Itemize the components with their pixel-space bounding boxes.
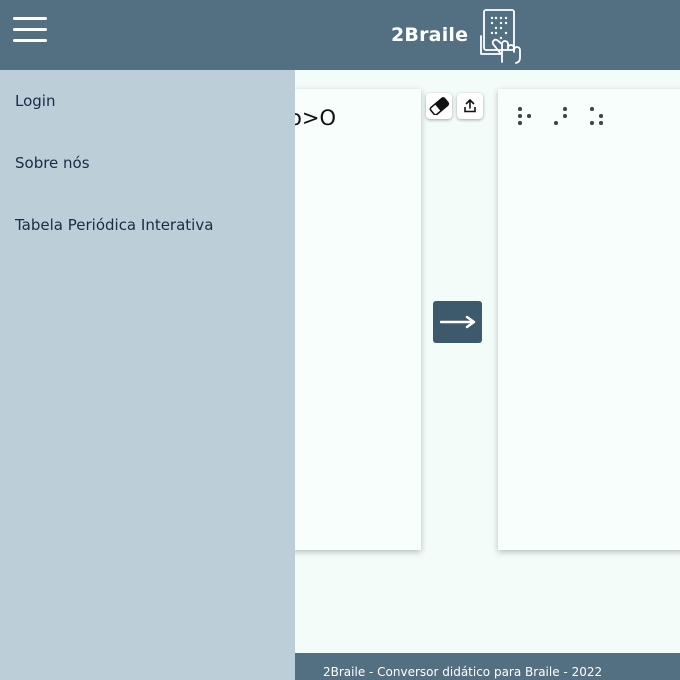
braille-tablet-hand-icon: [480, 9, 522, 64]
braille-dot: [554, 121, 558, 125]
braille-dot: [599, 121, 603, 125]
sidebar-item-login[interactable]: Login: [15, 92, 55, 110]
brand[interactable]: 2Braile: [391, 0, 526, 70]
convert-button[interactable]: [433, 301, 482, 343]
braille-output: [518, 107, 608, 127]
hamburger-menu-icon[interactable]: [13, 17, 47, 43]
braille-dot: [527, 114, 531, 118]
braille-dot: [518, 121, 522, 125]
braille-dot: [518, 114, 522, 118]
braille-dot: [590, 107, 594, 111]
braille-dot: [563, 107, 567, 111]
eraser-icon: [429, 97, 450, 115]
app-header: 2Braile: [0, 0, 680, 70]
arrow-right-icon: [439, 315, 475, 329]
braille-output-panel: [498, 89, 680, 550]
braille-cell: [590, 107, 608, 127]
braille-cell: [518, 107, 536, 127]
sidebar-item-tabela-periodica[interactable]: Tabela Periódica Interativa: [15, 216, 213, 234]
sidebar: Login Sobre nós Tabela Periódica Interat…: [0, 70, 295, 680]
braille-dot: [599, 114, 603, 118]
braille-dot: [590, 121, 594, 125]
share-button[interactable]: [457, 93, 483, 119]
braille-dot: [518, 107, 522, 111]
eraser-button[interactable]: [426, 93, 452, 119]
brand-name: 2Braile: [391, 24, 469, 46]
braille-dot: [563, 114, 567, 118]
share-upload-icon: [464, 99, 476, 113]
footer-text: 2Braile - Conversor didático para Braile…: [323, 665, 603, 679]
sidebar-item-sobre-nos[interactable]: Sobre nós: [15, 154, 90, 172]
braille-cell: [554, 107, 572, 127]
